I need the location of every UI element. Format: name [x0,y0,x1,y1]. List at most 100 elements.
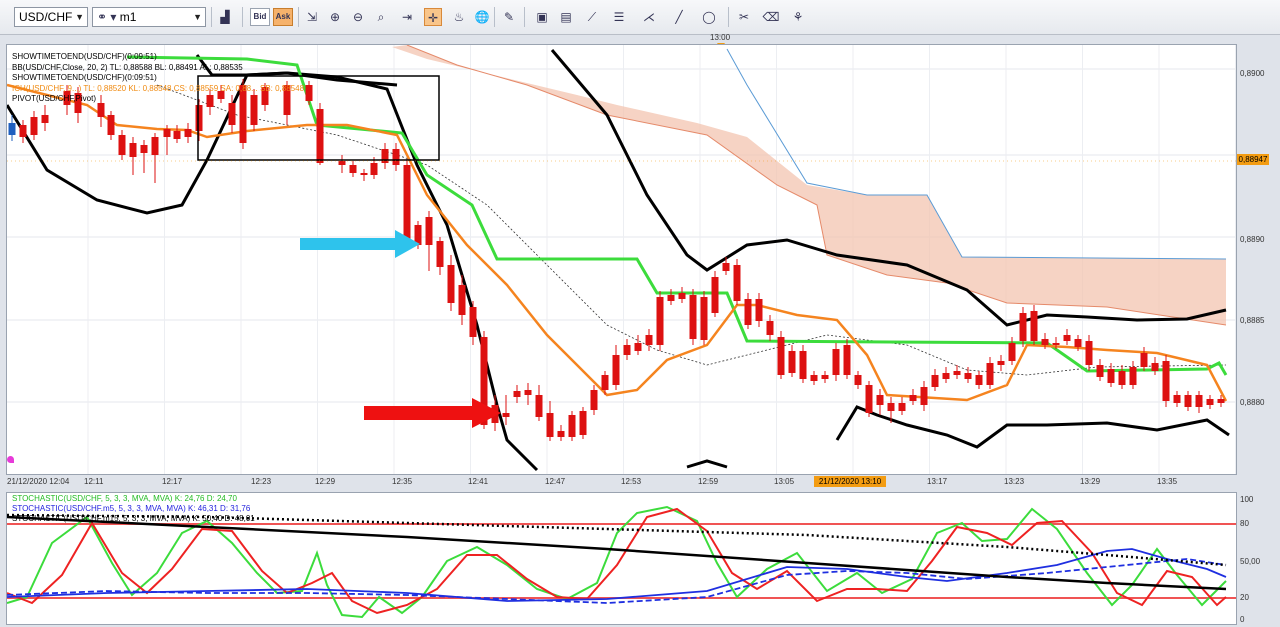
candle-body [447,265,455,303]
trading-app: USD/CHF ▼ ⚭ ▾ m1 ▼ ▟ Bid Ask ⇲ ⊕ ⊖ ⌕ ⇥ ✛… [0,0,1280,625]
current-price-badge: 0,88947 [1237,154,1269,165]
candle-body [997,361,1005,365]
candle-body [513,391,521,397]
candle-body [403,165,411,245]
candle-body [1217,399,1225,403]
candle-body [1151,363,1159,371]
crosshair-tool-icon[interactable]: ✛ [424,8,442,26]
stoch-level-label: 20 [1240,593,1249,602]
candle-body [733,265,741,301]
candle-body [755,299,763,321]
candle-body [1085,341,1093,365]
time-axis-label: 13:05 [774,477,795,486]
pin-marker-icon[interactable] [7,456,14,463]
picture-icon[interactable]: ▣ [533,8,551,26]
time-axis-label: 12:47 [545,477,566,486]
candle-body [524,390,532,395]
indicators-icon[interactable]: ♨ [450,8,468,26]
chart-toolbar: USD/CHF ▼ ⚭ ▾ m1 ▼ ▟ Bid Ask ⇲ ⊕ ⊖ ⌕ ⇥ ✛… [0,0,1280,35]
time-axis-label: 13:29 [1080,477,1101,486]
candle-body [601,375,609,390]
candle-body [799,351,807,379]
candle-body [898,403,906,411]
time-axis-label: 13:23 [1004,477,1025,486]
timeframe-select[interactable]: ⚭ ▾ m1 ▼ [92,7,206,27]
bollinger-lower-line-2 [835,405,1230,449]
price-chart-panel[interactable] [5,44,1237,475]
time-axis-label: 12:11 [84,477,104,486]
symbol-select[interactable]: USD/CHF ▼ [14,7,88,27]
candle-body [1041,339,1049,345]
candle-body [546,413,554,437]
candle-body [843,345,851,375]
candle-body [1052,343,1060,345]
candle-body [612,355,620,385]
candle-body [469,307,477,337]
candle-body [436,241,444,267]
eraser-icon[interactable]: ⌫ [762,8,780,26]
candle-body [1019,313,1027,341]
candle-body [425,217,433,245]
crosshair-time-badge: 21/12/2020 13:10 [814,476,886,487]
candle-body [689,295,697,339]
scroll-right-icon[interactable]: ⇥ [398,8,416,26]
candle-body [228,103,236,125]
chart-type-icon[interactable]: ▟ [216,8,234,26]
zoom-out-icon[interactable]: ⊖ [349,8,367,26]
stoch-level-label: 80 [1240,519,1249,528]
candle-body [1096,365,1104,377]
candle-body [942,373,950,379]
bollinger-stub [686,459,728,469]
candle-body [832,349,840,375]
candle-body [766,321,774,335]
candle-body [821,375,829,379]
candle-body [1195,395,1203,407]
candle-body [975,375,983,385]
candle-body [107,115,115,135]
drawing-tools-icon[interactable]: ⟋ [583,8,601,26]
tree-icon[interactable]: ⚘ [789,8,807,26]
price-chart-canvas[interactable] [5,44,1236,474]
time-axis-label: 12:35 [392,477,413,486]
bid-button[interactable]: Bid [250,8,270,26]
stoch-level-label: 0 [1240,615,1245,624]
fan-icon[interactable]: ⋌ [640,8,658,26]
legend-line-4: ICH(USD/CHF, 9...) TL: 0,88520 KL: 0,885… [12,83,305,93]
stoch-level-label: 50,00 [1240,557,1261,566]
zoom-in-icon[interactable]: ⊕ [326,8,344,26]
globe-icon[interactable]: 🌐 [473,8,491,26]
candle-body [1074,339,1082,347]
candle-body [656,297,664,345]
time-axis-label: 12:41 [468,477,489,486]
template-icon[interactable]: ▤ [557,8,575,26]
timeframe-value: m1 [119,10,137,24]
lines-icon[interactable]: ☰ [610,8,628,26]
trendline-icon[interactable]: ╱ [670,8,688,26]
scissors-icon[interactable]: ✂ [735,8,753,26]
chevron-down-icon: ▼ [75,12,84,22]
pencil-icon[interactable]: ✎ [500,8,518,26]
magnifier-icon[interactable]: ⌕ [372,8,390,26]
candle-body [163,129,171,137]
candle-body [1063,335,1071,341]
price-axis-label: 0,8900 [1240,69,1265,78]
candle-body [579,411,587,435]
stoch-legend-line-2: STOCHASTIC(USD/CHF.m5, 5, 3, 3, MVA, MVA… [12,504,251,513]
ask-button[interactable]: Ask [273,8,293,26]
candle-body [678,293,686,299]
candle-body [711,277,719,313]
candle-body [667,295,675,301]
candle-body [1162,361,1170,401]
candle-body [30,117,38,135]
candle-body [953,371,961,375]
candle-body [700,297,708,340]
zoom-fit-icon[interactable]: ⇲ [303,8,321,26]
legend-line-5: PIVOT(USD/CHF,Pivot) [12,94,97,103]
candle-body [645,335,653,345]
candle-body [1030,311,1038,341]
shapes-icon[interactable]: ◯ [700,8,718,26]
candle-body [986,363,994,385]
candle-body [568,415,576,437]
candle-body [1173,395,1181,403]
time-axis-label: 12:53 [621,477,642,486]
